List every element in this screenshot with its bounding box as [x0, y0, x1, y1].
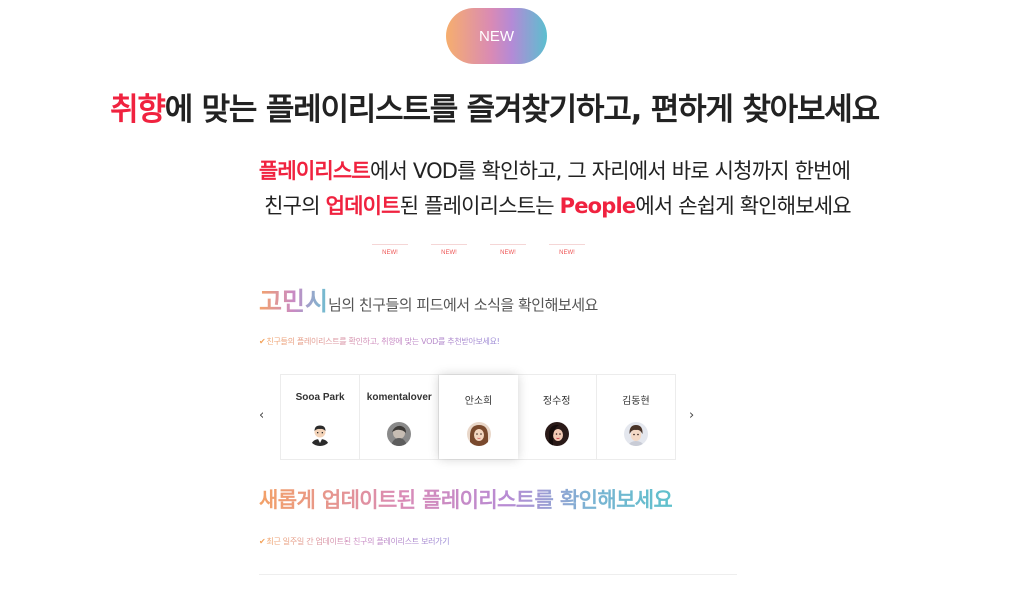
new-badge: NEW — [446, 8, 547, 64]
friend-name: 김동현 — [622, 396, 650, 407]
friend-name: Sooa Park — [295, 392, 345, 403]
male-avatar-icon — [308, 422, 333, 446]
friend-name: 정수정 — [542, 396, 571, 407]
new-badge-row: NEW! NEW! NEW! NEW! — [0, 244, 1009, 258]
small-new-badge: NEW! — [431, 244, 467, 258]
photo-avatar-icon — [544, 422, 569, 446]
subline-1: 플레이리스트에서 VOD를 확인하고, 그 자리에서 바로 시청까지 한번에 — [0, 155, 1009, 185]
small-new-badge: NEW! — [490, 244, 526, 258]
new-badge-label: NEW — [479, 27, 514, 45]
subline-2-highlight2: People — [559, 194, 637, 218]
photo-avatar-icon — [623, 422, 648, 446]
subline-1-text: 에서 VOD를 확인하고, 그 자리에서 바로 시청까지 한번에 — [369, 159, 851, 183]
headline-highlight: 취향 — [110, 92, 166, 128]
page-headline: 취향에 맞는 플레이리스트를 즐겨찾기하고, 편하게 찾아보세요 — [0, 84, 1009, 129]
updated-playlists-title: 새롭게 업데이트된 플레이리스트를 확인해보세요 — [259, 484, 673, 514]
friends-feed-panel: 고민시님의 친구들의 피드에서 소식을 확인해보세요 ✔친구들의 플레이리스트를… — [256, 270, 740, 609]
subline-2-part3: 에서 손쉽게 확인해보세요 — [635, 194, 851, 218]
friend-name: komentalover — [366, 392, 432, 403]
updated-playlists-link[interactable]: ✔최근 일주일 간 업데이트된 친구의 플레이리스트 보러가기 — [259, 536, 450, 547]
subline-1-highlight: 플레이리스트 — [258, 159, 371, 183]
greeting: 고민시님의 친구들의 피드에서 소식을 확인해보세요 — [259, 282, 598, 318]
check-icon: ✔ — [259, 337, 266, 346]
greeting-text: 님의 친구들의 피드에서 소식을 확인해보세요 — [328, 296, 598, 314]
friends-hint-text: 친구들의 플레이리스트를 확인하고, 취향에 맞는 VOD를 추천받아보세요! — [266, 337, 500, 346]
check-icon: ✔ — [259, 537, 266, 546]
friend-card-active[interactable]: 안소희 — [439, 375, 518, 459]
photo-avatar-icon — [387, 422, 412, 446]
photo-avatar-icon — [466, 422, 491, 446]
subline-2-part1: 친구의 — [264, 194, 326, 218]
friend-card[interactable]: komentalover — [360, 375, 440, 459]
subline-2-highlight1: 업데이트 — [325, 194, 401, 218]
subline-2: 친구의 업데이트된 플레이리스트는 People에서 손쉽게 확인해보세요 — [0, 190, 1009, 220]
small-new-badge: NEW! — [372, 244, 408, 258]
friend-card[interactable]: 김동현 — [596, 375, 676, 459]
headline-text: 에 맞는 플레이리스트를 즐겨찾기하고, 편하게 찾아보세요 — [164, 92, 880, 128]
carousel-prev-button[interactable]: ‹ — [259, 408, 264, 423]
friend-card[interactable]: Sooa Park — [281, 375, 361, 459]
user-name: 고민시 — [259, 287, 329, 316]
friend-card[interactable]: 정수정 — [517, 375, 597, 459]
subline-2-part2: 된 플레이리스트는 — [399, 194, 560, 218]
carousel-next-button[interactable]: › — [689, 408, 694, 423]
updated-playlists-link-text: 최근 일주일 간 업데이트된 친구의 플레이리스트 보러가기 — [266, 537, 450, 546]
small-new-badge: NEW! — [549, 244, 585, 258]
divider — [259, 574, 737, 575]
friends-carousel: Sooa Park komentalover 안소희 정수정 김동현 — [280, 374, 676, 460]
friend-name: 안소희 — [464, 396, 493, 407]
friends-hint: ✔친구들의 플레이리스트를 확인하고, 취향에 맞는 VOD를 추천받아보세요! — [259, 336, 500, 347]
